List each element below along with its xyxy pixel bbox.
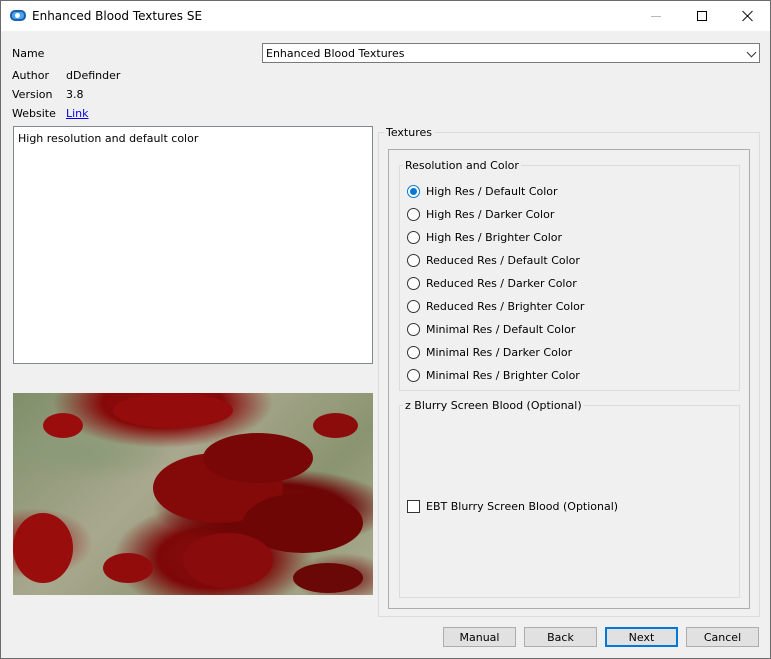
close-button[interactable]: [725, 1, 771, 31]
blurry-blood-checkbox-label: EBT Blurry Screen Blood (Optional): [426, 499, 619, 513]
version-label: Version: [12, 88, 53, 101]
radio-button[interactable]: [407, 253, 420, 267]
installer-window: Enhanced Blood Textures SE Name Enhanced…: [0, 0, 771, 659]
name-dropdown-value: Enhanced Blood Textures: [266, 47, 405, 60]
minimize-button[interactable]: [633, 1, 679, 31]
radio-button[interactable]: [407, 368, 420, 382]
next-button[interactable]: Next: [605, 627, 678, 647]
radio-button[interactable]: [407, 184, 420, 198]
resolution-option[interactable]: Reduced Res / Default Color: [407, 252, 580, 268]
window-title: Enhanced Blood Textures SE: [32, 9, 203, 23]
resolution-option[interactable]: Minimal Res / Default Color: [407, 321, 575, 337]
radio-button[interactable]: [407, 345, 420, 359]
close-icon: [742, 10, 754, 22]
website-link[interactable]: Link: [66, 107, 89, 120]
name-label: Name: [12, 47, 45, 60]
textures-group-title: Textures: [384, 126, 434, 139]
resolution-option[interactable]: Reduced Res / Brighter Color: [407, 298, 584, 314]
resolution-option-label: Minimal Res / Brighter Color: [426, 368, 580, 382]
resolution-color-title: Resolution and Color: [403, 159, 521, 172]
radio-button[interactable]: [407, 230, 420, 244]
resolution-option-label: Reduced Res / Brighter Color: [426, 299, 585, 313]
resolution-option-label: High Res / Brighter Color: [426, 230, 563, 244]
resolution-option[interactable]: Minimal Res / Darker Color: [407, 344, 572, 360]
app-icon: [10, 10, 26, 21]
resolution-option[interactable]: High Res / Default Color: [407, 183, 558, 199]
manual-button[interactable]: Manual: [443, 627, 516, 647]
back-button[interactable]: Back: [524, 627, 597, 647]
resolution-option[interactable]: Minimal Res / Brighter Color: [407, 367, 580, 383]
blurry-blood-title: z Blurry Screen Blood (Optional): [403, 399, 584, 412]
website-label: Website: [12, 107, 56, 120]
cancel-button[interactable]: Cancel: [686, 627, 759, 647]
author-label: Author: [12, 69, 50, 82]
resolution-option[interactable]: Reduced Res / Darker Color: [407, 275, 577, 291]
resolution-option-label: Minimal Res / Default Color: [426, 322, 576, 336]
resolution-option[interactable]: High Res / Darker Color: [407, 206, 554, 222]
blurry-blood-checkbox-row[interactable]: EBT Blurry Screen Blood (Optional): [407, 498, 618, 514]
description-text: High resolution and default color: [18, 132, 199, 145]
resolution-option-label: Reduced Res / Darker Color: [426, 276, 577, 290]
minimize-icon: [651, 15, 661, 17]
radio-button[interactable]: [407, 207, 420, 221]
resolution-option-label: High Res / Darker Color: [426, 207, 555, 221]
resolution-option-label: High Res / Default Color: [426, 184, 558, 198]
preview-image: [13, 393, 373, 595]
chevron-down-icon: [746, 47, 757, 58]
blurry-blood-checkbox[interactable]: [407, 499, 420, 513]
name-dropdown[interactable]: Enhanced Blood Textures: [262, 43, 760, 63]
author-value: dDefinder: [66, 69, 121, 82]
description-box[interactable]: High resolution and default color: [13, 126, 373, 364]
radio-button[interactable]: [407, 276, 420, 290]
radio-button[interactable]: [407, 299, 420, 313]
version-value: 3.8: [66, 88, 84, 101]
resolution-option-label: Reduced Res / Default Color: [426, 253, 580, 267]
resolution-option-label: Minimal Res / Darker Color: [426, 345, 573, 359]
resolution-option[interactable]: High Res / Brighter Color: [407, 229, 562, 245]
maximize-button[interactable]: [679, 1, 725, 31]
maximize-icon: [697, 11, 707, 21]
title-bar[interactable]: Enhanced Blood Textures SE: [1, 1, 770, 31]
radio-button[interactable]: [407, 322, 420, 336]
